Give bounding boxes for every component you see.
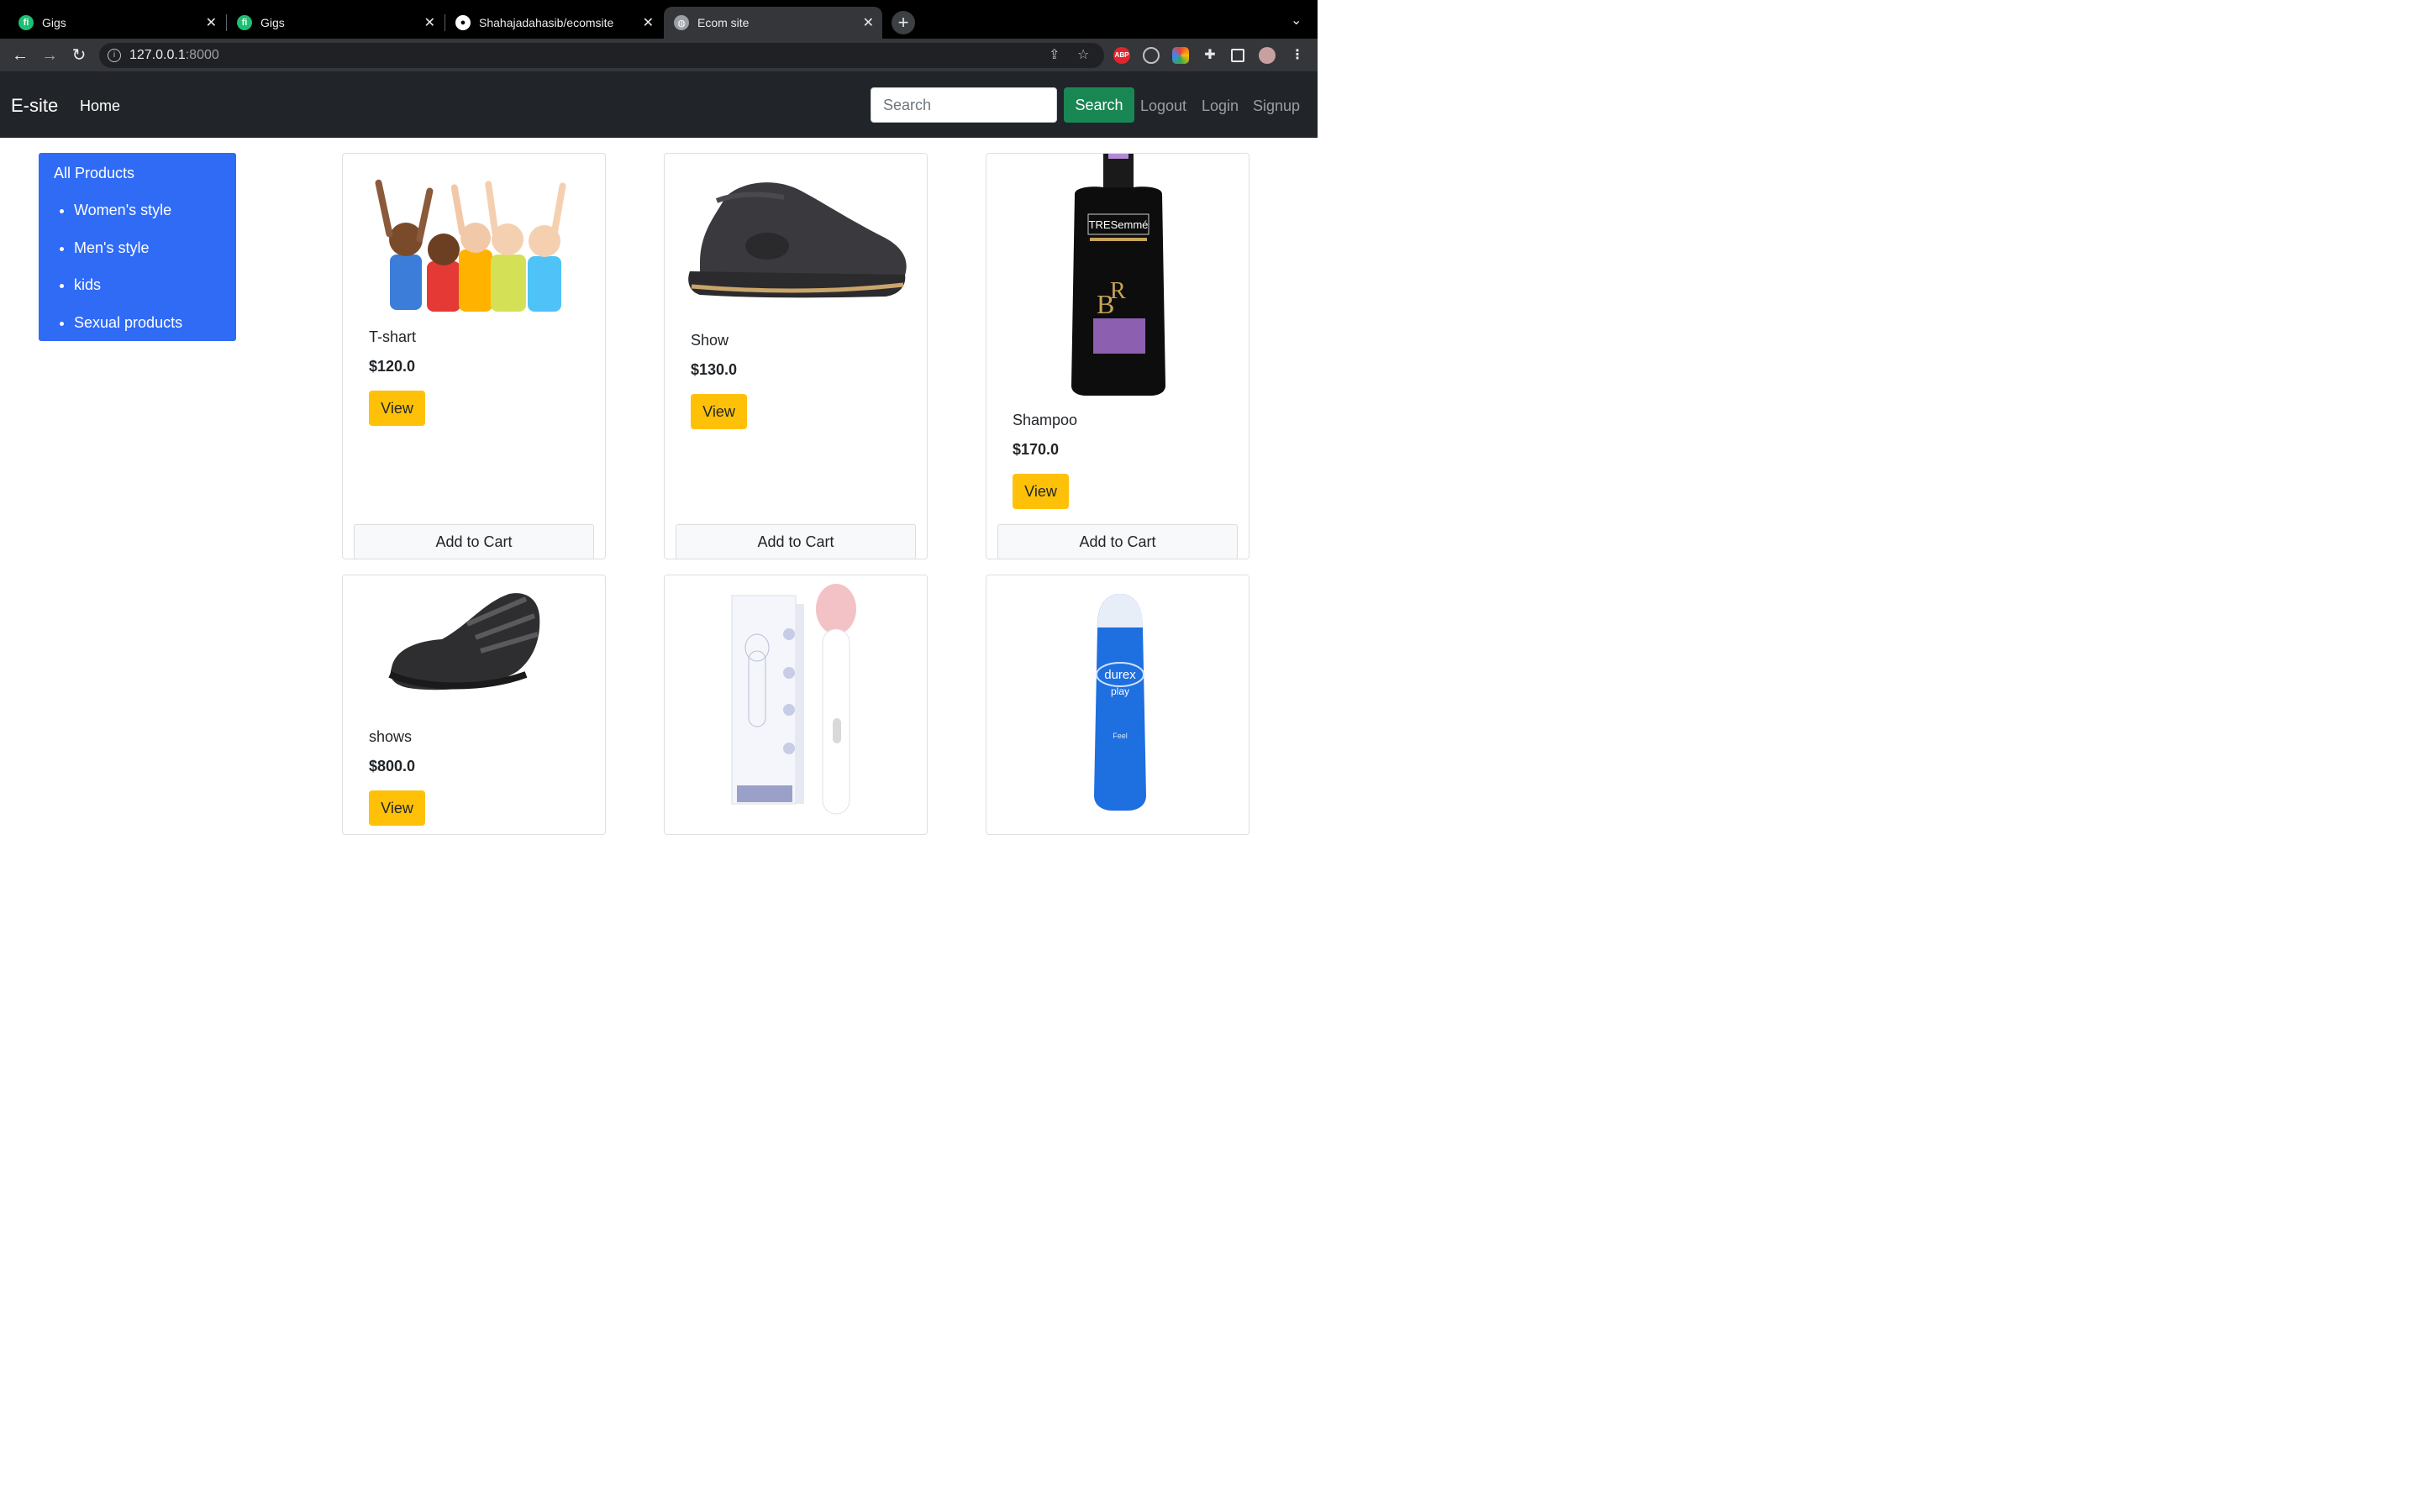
add-to-cart-button[interactable]: Add to Cart [997, 524, 1238, 559]
tab-title: Gigs [260, 16, 285, 29]
category-sidebar: All Products Women's style Men's style k… [39, 153, 236, 341]
avatar[interactable] [1259, 47, 1276, 64]
nav-signup-link[interactable]: Signup [1253, 97, 1300, 115]
lube-brand-label: durex [1104, 668, 1136, 682]
category-list: Women's style Men's style kids Sexual pr… [74, 202, 182, 352]
tab-title: Gigs [42, 16, 66, 29]
search-input[interactable]: Search [871, 87, 1057, 123]
product-card: shows $800.0 View [342, 575, 606, 835]
brand-logo[interactable]: E-site [11, 95, 58, 117]
browser-tab[interactable]: fi Gigs ✕ [227, 7, 444, 39]
nav-logout-link[interactable]: Logout [1140, 97, 1186, 115]
forward-icon[interactable]: → [39, 45, 60, 66]
product-price: $800.0 [369, 758, 416, 774]
back-icon[interactable]: ← [10, 45, 30, 66]
lube-sub-label: play [1111, 685, 1129, 697]
color-extension-icon[interactable] [1172, 47, 1189, 64]
category-item[interactable]: kids [74, 276, 182, 314]
close-icon[interactable]: ✕ [643, 14, 654, 31]
nav-home-link[interactable]: Home [80, 97, 120, 115]
close-icon[interactable]: ✕ [424, 14, 435, 31]
browser-tab[interactable]: fi Gigs ✕ [8, 7, 225, 39]
search-button[interactable]: Search [1064, 87, 1134, 123]
address-bar[interactable]: i 127.0.0.1:8000 ⇪ ☆ [99, 43, 1104, 68]
category-item[interactable]: Sexual products [74, 314, 182, 352]
product-name: Shampoo [1013, 412, 1078, 428]
product-image-kids[interactable] [375, 162, 576, 312]
chevron-down-icon[interactable]: ⌄ [1291, 12, 1302, 29]
side-panel-icon[interactable] [1231, 49, 1244, 62]
product-name: Show [691, 332, 729, 349]
product-card: TRESemmé B R Shampoo $170.0 View Add to … [986, 153, 1249, 559]
product-card [664, 575, 928, 835]
reload-icon[interactable]: ↻ [69, 45, 89, 66]
shampoo-brand-label: TRESemmé [1089, 218, 1149, 231]
product-image-slip-on-shoe[interactable] [383, 591, 543, 695]
sync-extension-icon[interactable] [1143, 47, 1160, 64]
globe-icon: ◍ [674, 15, 689, 30]
product-image-sneaker[interactable] [683, 172, 912, 302]
product-name: T-shart [369, 328, 417, 345]
product-name: shows [369, 728, 413, 745]
tab-title: Ecom site [697, 16, 750, 29]
product-price: $120.0 [369, 358, 416, 375]
close-icon[interactable]: ✕ [863, 14, 874, 31]
adblock-icon[interactable]: ABP [1113, 47, 1130, 64]
fiverr-icon: fi [18, 15, 34, 30]
product-price: $170.0 [1013, 441, 1060, 458]
kebab-menu-icon[interactable]: ⋮ [1289, 47, 1306, 64]
add-to-cart-button[interactable]: Add to Cart [354, 524, 594, 559]
close-icon[interactable]: ✕ [206, 14, 217, 31]
new-tab-button[interactable]: + [892, 11, 915, 34]
product-image-shampoo[interactable]: TRESemmé B R [1066, 154, 1171, 396]
view-button[interactable]: View [1013, 474, 1069, 509]
url-port: :8000 [185, 48, 219, 62]
share-icon[interactable]: ⇪ [1049, 43, 1060, 68]
add-to-cart-button[interactable]: Add to Cart [676, 524, 916, 559]
product-price: $130.0 [691, 361, 738, 378]
category-item[interactable]: Men's style [74, 239, 182, 277]
product-card: durex play Feel [986, 575, 1249, 835]
category-all-products[interactable]: All Products [54, 165, 134, 182]
lube-feel-label: Feel [1113, 732, 1128, 740]
view-button[interactable]: View [369, 790, 425, 826]
info-icon[interactable]: i [108, 49, 121, 62]
view-button[interactable]: View [369, 391, 425, 426]
star-icon[interactable]: ☆ [1077, 43, 1089, 68]
product-image-massager[interactable] [730, 584, 865, 816]
url-host: 127.0.0.1 [129, 48, 186, 62]
browser-toolbar: ← → ↻ i 127.0.0.1:8000 ⇪ ☆ ABP ✚ ⋮ [0, 39, 1318, 72]
github-icon: ● [455, 15, 471, 30]
fiverr-icon: fi [237, 15, 252, 30]
browser-tab[interactable]: ● Shahajadahasib/ecomsite ✕ [445, 7, 662, 39]
product-image-lube-bottle[interactable]: durex play Feel [1091, 594, 1150, 811]
nav-login-link[interactable]: Login [1202, 97, 1239, 115]
tab-title: Shahajadahasib/ecomsite [479, 16, 614, 29]
browser-tab-active[interactable]: ◍ Ecom site ✕ [664, 7, 882, 39]
view-button[interactable]: View [691, 394, 747, 429]
svg-text:R: R [1110, 278, 1126, 304]
category-item[interactable]: Women's style [74, 202, 182, 239]
product-card: Show $130.0 View Add to Cart [664, 153, 928, 559]
puzzle-icon[interactable]: ✚ [1202, 47, 1218, 64]
product-card: T-shart $120.0 View Add to Cart [342, 153, 606, 559]
site-navbar: E-site Home Search Search Logout Login S… [0, 72, 1318, 138]
browser-tab-strip: fi Gigs ✕ fi Gigs ✕ ● Shahajadahasib/eco… [0, 0, 1318, 39]
